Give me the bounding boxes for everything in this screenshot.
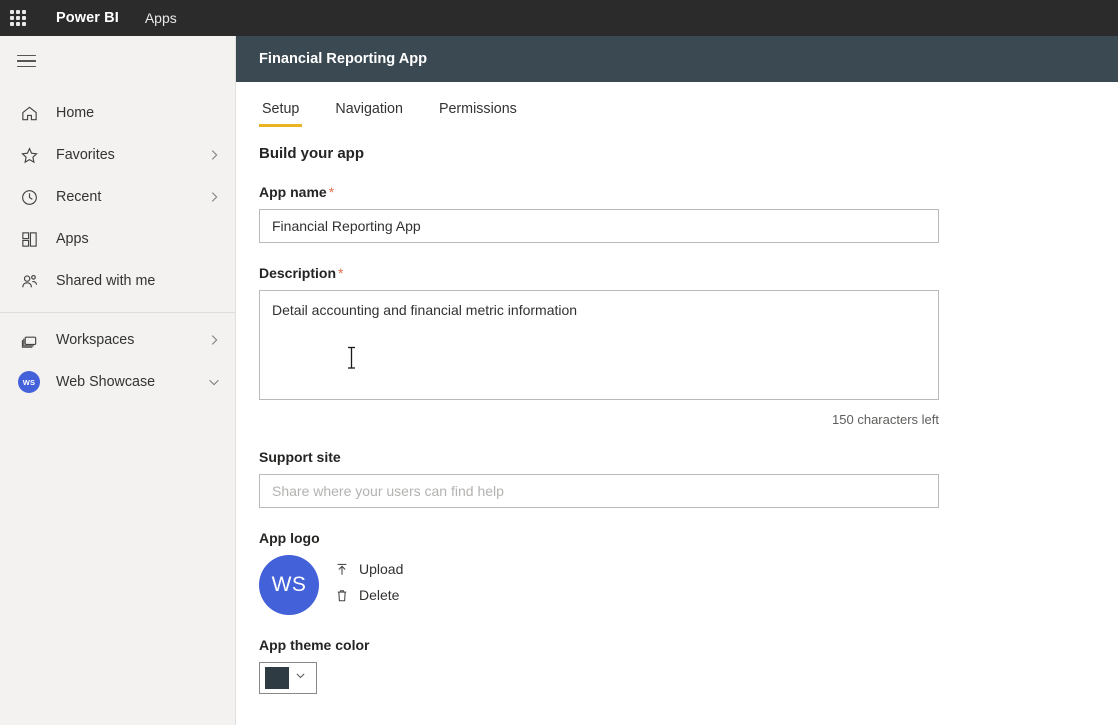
left-navigation-sidebar: Home Favorites Recent Apps Shared with m… — [0, 36, 236, 725]
sidebar-item-web-showcase[interactable]: WS Web Showcase — [0, 361, 235, 403]
chevron-right-icon[interactable] — [207, 190, 221, 204]
sidebar-item-apps[interactable]: Apps — [0, 218, 235, 260]
sidebar-item-label: Web Showcase — [56, 374, 156, 390]
app-name-label: App name * — [259, 184, 1118, 200]
app-logo-label: App logo — [259, 530, 1118, 546]
app-name-input[interactable] — [259, 209, 939, 243]
sidebar-item-label: Shared with me — [56, 273, 156, 289]
tab-bar: Setup Navigation Permissions — [236, 82, 1118, 127]
topbar-section-link[interactable]: Apps — [145, 10, 177, 26]
upload-label: Upload — [359, 561, 404, 577]
home-icon — [18, 102, 40, 124]
app-title-bar: Financial Reporting App — [236, 36, 1118, 82]
app-theme-color-label-text: App theme color — [259, 637, 370, 653]
upload-icon — [333, 562, 350, 577]
brand-title[interactable]: Power BI — [56, 10, 119, 26]
chevron-right-icon[interactable] — [207, 333, 221, 347]
chevron-right-icon[interactable] — [207, 148, 221, 162]
theme-color-swatch — [265, 667, 289, 689]
field-app-name: App name * — [259, 184, 1118, 243]
sidebar-item-favorites[interactable]: Favorites — [0, 134, 235, 176]
workspaces-icon — [18, 329, 40, 351]
sidebar-item-workspaces[interactable]: Workspaces — [0, 319, 235, 361]
tab-navigation[interactable]: Navigation — [332, 101, 406, 127]
clock-icon — [18, 186, 40, 208]
chevron-down-icon[interactable] — [294, 669, 307, 687]
hamburger-icon[interactable] — [0, 40, 50, 82]
delete-label: Delete — [359, 587, 400, 603]
sidebar-item-label: Recent — [56, 189, 102, 205]
avatar: WS — [18, 371, 40, 393]
section-heading: Build your app — [259, 145, 364, 162]
people-share-icon — [18, 270, 40, 292]
support-site-label: Support site — [259, 449, 1118, 465]
global-top-bar: Power BI Apps — [0, 0, 1118, 36]
required-asterisk: * — [328, 184, 335, 200]
app-logo-label-text: App logo — [259, 530, 320, 546]
chevron-down-icon[interactable] — [207, 375, 221, 389]
description-label-text: Description — [259, 265, 337, 281]
support-site-label-text: Support site — [259, 449, 341, 465]
page-title: Financial Reporting App — [259, 51, 428, 67]
upload-button[interactable]: Upload — [333, 561, 403, 577]
app-logo-row: WS Upload Delete — [259, 555, 1118, 615]
app-logo-avatar: WS — [259, 555, 319, 615]
sidebar-item-label: Favorites — [56, 147, 115, 163]
character-counter: 150 characters left — [832, 412, 939, 427]
theme-color-picker[interactable] — [259, 662, 317, 694]
support-site-input[interactable] — [259, 474, 939, 508]
app-theme-color-label: App theme color — [259, 637, 1118, 653]
delete-button[interactable]: Delete — [333, 587, 403, 603]
field-description: Description* 150 characters left — [259, 265, 1118, 427]
app-launcher-icon[interactable] — [0, 0, 36, 36]
sidebar-item-label: Workspaces — [56, 332, 135, 348]
power-bi-app-setup-page: Power BI Apps Home Favorites Recent Apps… — [0, 0, 1118, 725]
tab-permissions[interactable]: Permissions — [436, 101, 520, 127]
sidebar-item-label: Home — [56, 105, 95, 121]
avatar-initials: WS — [18, 371, 40, 393]
description-label: Description * — [259, 265, 1118, 281]
field-app-theme-color: App theme color — [259, 637, 1118, 694]
sidebar-item-label: Apps — [56, 231, 89, 247]
required-asterisk: * — [338, 265, 344, 281]
sidebar-item-recent[interactable]: Recent — [0, 176, 235, 218]
sidebar-item-shared-with-me[interactable]: Shared with me — [0, 260, 235, 302]
main-content: Setup Navigation Permissions Build your … — [236, 82, 1118, 725]
sidebar-divider — [0, 312, 235, 313]
sidebar-item-home[interactable]: Home — [0, 92, 235, 134]
field-app-logo: App logo WS Upload Delete — [259, 530, 1118, 615]
app-logo-actions: Upload Delete — [333, 557, 403, 613]
apps-grid-icon — [18, 228, 40, 250]
description-textarea[interactable] — [259, 290, 939, 400]
field-support-site: Support site — [259, 449, 1118, 508]
app-name-label-text: App name — [259, 184, 327, 200]
trash-icon — [333, 588, 350, 603]
star-icon — [18, 144, 40, 166]
sidebar-primary-list: Home Favorites Recent Apps Shared with m… — [0, 92, 235, 403]
tab-setup[interactable]: Setup — [259, 101, 303, 127]
